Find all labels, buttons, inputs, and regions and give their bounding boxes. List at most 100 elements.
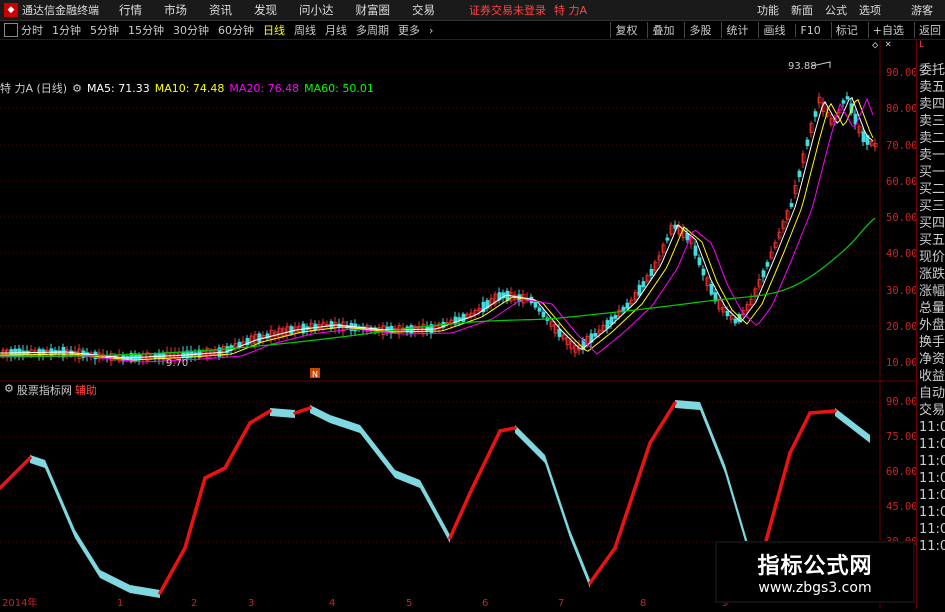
- side-panel-item[interactable]: 11:09: [917, 504, 945, 521]
- menu-quotes[interactable]: 行情: [119, 2, 142, 18]
- chart-diamond-icon[interactable]: ◇: [872, 39, 878, 51]
- y-label-60: 60.00: [886, 176, 918, 188]
- high-price-label: 93.88: [788, 61, 817, 72]
- side-panel-item[interactable]: 卖二: [917, 130, 945, 147]
- add-favorite-button[interactable]: +自选: [867, 22, 904, 38]
- x-label-6: 6: [482, 598, 489, 609]
- y-label-20: 20.00: [886, 321, 918, 333]
- main-price-chart[interactable]: 93.88 9.70 N 特 力A (日线) ⚙ MA5: 71.33 MA10…: [0, 38, 918, 380]
- tab-daily[interactable]: 日线: [263, 22, 285, 38]
- marker-badge-label: N: [312, 370, 318, 379]
- ind-y-45: 45.00: [886, 501, 918, 513]
- menu-discover[interactable]: 发现: [254, 2, 277, 18]
- indicator-gear-icon[interactable]: ⚙: [4, 382, 14, 398]
- side-panel-item[interactable]: 涨跌: [917, 266, 945, 283]
- menu-ask[interactable]: 问小达: [299, 2, 334, 18]
- menubar-right: 功能 新面 公式 选项 游客: [757, 0, 945, 20]
- x-label-1: 1: [117, 598, 124, 609]
- side-panel-item[interactable]: 外盘: [917, 317, 945, 334]
- current-stock-name: 特 力A: [554, 4, 588, 17]
- side-panel-item[interactable]: 买三: [917, 198, 945, 215]
- menu-market[interactable]: 市场: [164, 2, 187, 18]
- y-label-50: 50.00: [886, 212, 918, 224]
- mark-button[interactable]: 标记: [830, 22, 858, 38]
- y-label-70: 70.00: [886, 140, 918, 152]
- side-panel-item[interactable]: 自动: [917, 385, 945, 402]
- side-panel-item[interactable]: 卖一: [917, 147, 945, 164]
- login-warning[interactable]: 证券交易未登录: [469, 2, 546, 18]
- side-panel-item[interactable]: 净资: [917, 351, 945, 368]
- side-panel-item[interactable]: 收益: [917, 368, 945, 385]
- statistics-button[interactable]: 统计: [721, 22, 748, 38]
- multi-stock-button[interactable]: 多股: [684, 22, 711, 38]
- indicator-title-suffix: 辅助: [74, 384, 97, 397]
- ind-y-60: 60.00: [886, 466, 918, 478]
- app-title: 通达信金融终端: [22, 4, 99, 17]
- side-panel-item[interactable]: 总量: [917, 300, 945, 317]
- side-panel-item[interactable]: 11:09: [917, 538, 945, 555]
- side-panel-item[interactable]: 11:08: [917, 436, 945, 453]
- settings-gear-icon[interactable]: ⚙: [72, 82, 82, 95]
- x-label-5: 5: [406, 598, 413, 609]
- ma-lines: [0, 96, 876, 363]
- menu-news[interactable]: 资讯: [209, 2, 232, 18]
- tab-5min[interactable]: 5分钟: [90, 22, 119, 38]
- tab-monthly[interactable]: 月线: [325, 22, 347, 38]
- restore-rights-button[interactable]: 复权: [610, 22, 637, 38]
- y-label-30: 30.00: [886, 285, 918, 297]
- tab-60min[interactable]: 60分钟: [218, 22, 254, 38]
- side-panel-item[interactable]: 11:09: [917, 487, 945, 504]
- side-panel-item[interactable]: 涨幅: [917, 283, 945, 300]
- side-panel-item[interactable]: 11:09: [917, 521, 945, 538]
- menu-options[interactable]: 选项: [859, 2, 881, 18]
- menu-wealth[interactable]: 财富圈: [356, 2, 391, 18]
- quote-side-panel: L 委托 卖五 卖四 卖三 卖二 卖一 买一 买二 买三 买四 买五 现价 涨跌 涨幅 总量 外盘 换手 净资 收益…: [916, 40, 945, 609]
- menu-new-page[interactable]: 新面: [791, 2, 813, 18]
- menu-guest[interactable]: 游客: [911, 2, 933, 18]
- tab-more[interactable]: 更多: [398, 22, 420, 38]
- f10-button[interactable]: F10: [795, 23, 821, 37]
- x-label-2014: 2014年: [2, 598, 38, 609]
- tab-intraday[interactable]: 分时: [21, 22, 43, 38]
- tab-15min[interactable]: 15分钟: [128, 22, 164, 38]
- side-panel-item[interactable]: 现价: [917, 249, 945, 266]
- ma-info-bar: 特 力A (日线) ⚙ MA5: 71.33 MA10: 74.48 MA20:…: [0, 80, 379, 96]
- ind-y-75: 75.00: [886, 431, 918, 443]
- back-button[interactable]: 返回: [914, 22, 941, 38]
- layout-icon[interactable]: [4, 23, 18, 37]
- indicator-header: ⚙ 股票指标网 辅助: [4, 382, 97, 398]
- overlay-button[interactable]: 叠加: [647, 22, 674, 38]
- more-chevron-icon[interactable]: ›: [429, 24, 433, 37]
- side-panel-item[interactable]: 卖五: [917, 79, 945, 96]
- ma60-value: MA60: 50.01: [304, 81, 374, 95]
- panel-top-label: L: [917, 40, 945, 62]
- side-panel-item[interactable]: 交易: [917, 402, 945, 419]
- side-panel-item[interactable]: 买一: [917, 164, 945, 181]
- low-price-label: 9.70: [166, 358, 188, 369]
- side-panel-item[interactable]: 买四: [917, 215, 945, 232]
- side-panel-item[interactable]: 买五: [917, 232, 945, 249]
- y-label-10: 10.00: [886, 357, 918, 369]
- side-panel-item[interactable]: 委托: [917, 62, 945, 79]
- side-panel-item[interactable]: 卖四: [917, 96, 945, 113]
- x-label-4: 4: [329, 598, 336, 609]
- menu-formula[interactable]: 公式: [825, 2, 847, 18]
- app-logo-icon: ◆: [4, 3, 18, 17]
- side-panel-item[interactable]: 11:09: [917, 470, 945, 487]
- chart-close-icon[interactable]: ✕: [885, 38, 891, 50]
- menu-trade[interactable]: 交易: [412, 2, 435, 18]
- site-watermark: 指标公式网 www.zbgs3.com: [715, 541, 915, 603]
- tab-30min[interactable]: 30分钟: [173, 22, 209, 38]
- side-panel-item[interactable]: 换手: [917, 334, 945, 351]
- ind-y-90: 90.00: [886, 396, 918, 408]
- side-panel-item[interactable]: 11:08: [917, 453, 945, 470]
- tab-weekly[interactable]: 周线: [294, 22, 316, 38]
- side-panel-item[interactable]: 买二: [917, 181, 945, 198]
- side-panel-item[interactable]: 卖三: [917, 113, 945, 130]
- draw-line-button[interactable]: 画线: [758, 22, 785, 38]
- tab-1min[interactable]: 1分钟: [52, 22, 81, 38]
- menu-function[interactable]: 功能: [757, 2, 779, 18]
- indicator-title: 股票指标网: [16, 384, 72, 397]
- tab-multi-period[interactable]: 多周期: [356, 22, 389, 38]
- side-panel-item[interactable]: 11:08: [917, 419, 945, 436]
